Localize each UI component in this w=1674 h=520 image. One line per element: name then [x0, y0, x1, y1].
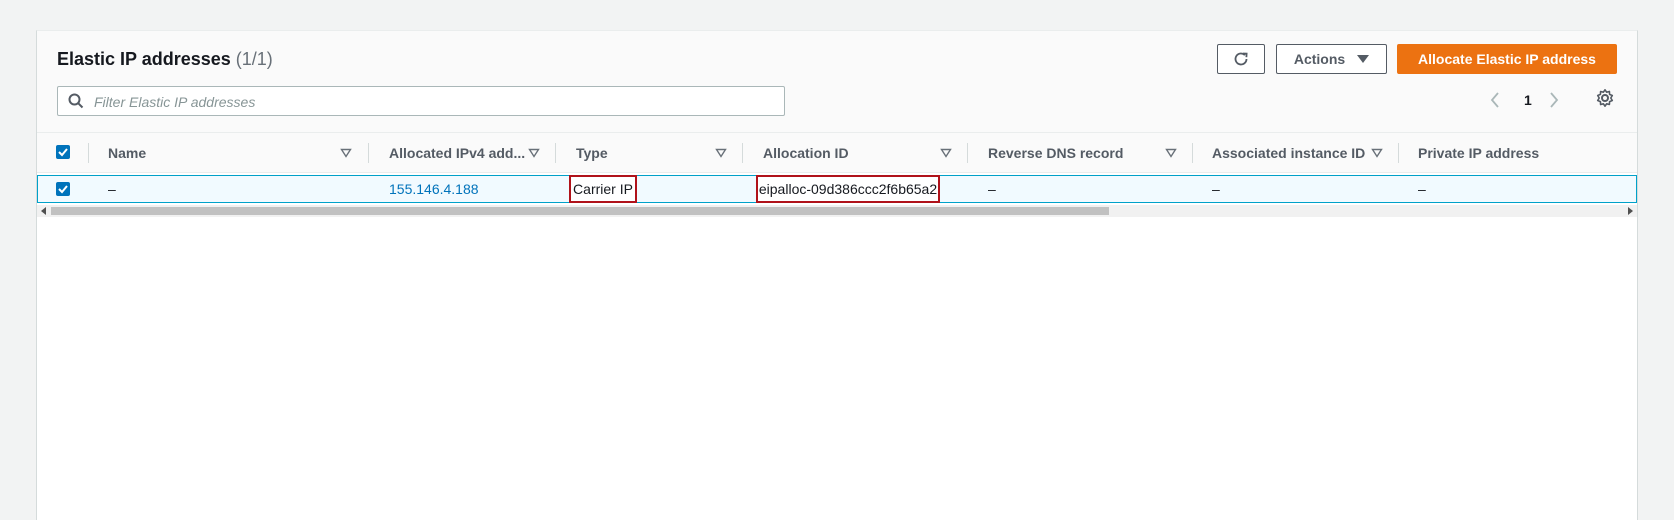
chevron-left-icon [1490, 92, 1499, 108]
scroll-left-arrow-icon[interactable] [41, 207, 46, 215]
page-title-text: Elastic IP addresses [57, 49, 231, 69]
panel-header: Elastic IP addresses (1/1) Actions Alloca… [37, 31, 1637, 132]
cell-allocation-id-highlighted: eipalloc-09d386ccc2f6b65a2 [756, 175, 940, 203]
column-header-allocation-id[interactable]: Allocation ID [763, 133, 849, 172]
caret-down-icon [1357, 55, 1370, 63]
horizontal-scrollbar[interactable] [37, 205, 1637, 217]
filter-search-input[interactable] [92, 91, 776, 113]
table-row[interactable]: – 155.146.4.188 Carrier IP eipalloc-09d3… [37, 175, 1637, 203]
sort-triangle-icon[interactable] [340, 148, 352, 158]
column-header-reverse-dns[interactable]: Reverse DNS record [988, 133, 1123, 172]
actions-label: Actions [1293, 51, 1346, 67]
filter-search-box[interactable] [57, 86, 785, 116]
page-number-1[interactable]: 1 [1524, 88, 1532, 112]
column-separator [742, 143, 743, 163]
item-count: (1/1) [235, 49, 273, 69]
column-header-type[interactable]: Type [576, 133, 608, 172]
scrollbar-thumb[interactable] [51, 207, 1109, 215]
previous-page-button[interactable] [1489, 88, 1501, 112]
column-separator [88, 143, 89, 163]
table-preferences-button[interactable] [1595, 88, 1615, 113]
column-separator [368, 143, 369, 163]
column-separator [555, 143, 556, 163]
column-header-name[interactable]: Name [108, 133, 146, 172]
sort-triangle-icon[interactable] [528, 148, 540, 158]
column-separator [967, 143, 968, 163]
actions-dropdown-button[interactable]: Actions [1276, 44, 1387, 74]
page-title: Elastic IP addresses (1/1) [57, 49, 273, 70]
cell-private-ip: – [1418, 181, 1426, 197]
select-all-checkbox[interactable] [56, 145, 70, 159]
chevron-right-icon [1550, 92, 1559, 108]
cell-associated-instance-id: – [1212, 181, 1220, 197]
allocate-elastic-ip-button[interactable]: Allocate Elastic IP address [1397, 44, 1617, 74]
sort-triangle-icon[interactable] [940, 148, 952, 158]
checkmark-icon [58, 185, 68, 194]
gear-icon [1596, 89, 1614, 107]
sort-triangle-icon[interactable] [1165, 148, 1177, 158]
cell-name: – [108, 181, 116, 197]
table-header: Name Allocated IPv4 add... Type Allocati… [37, 132, 1637, 173]
checkmark-icon [58, 148, 68, 157]
column-separator [1398, 143, 1399, 163]
column-header-associated-instance-id[interactable]: Associated instance ID [1212, 133, 1365, 172]
cell-allocated-ipv4-link[interactable]: 155.146.4.188 [389, 176, 479, 202]
search-icon [68, 93, 84, 109]
scroll-right-arrow-icon[interactable] [1628, 207, 1633, 215]
column-header-allocated-ipv4[interactable]: Allocated IPv4 add... [389, 133, 525, 172]
column-header-private-ip[interactable]: Private IP address [1418, 133, 1539, 172]
row-select-checkbox[interactable] [56, 182, 70, 196]
refresh-icon [1234, 52, 1248, 66]
cell-reverse-dns: – [988, 181, 996, 197]
sort-triangle-icon[interactable] [715, 148, 727, 158]
allocate-label: Allocate Elastic IP address [1418, 51, 1596, 67]
sort-triangle-icon[interactable] [1371, 148, 1383, 158]
next-page-button[interactable] [1548, 88, 1560, 112]
cell-type-highlighted: Carrier IP [569, 175, 637, 203]
elastic-ip-panel: Elastic IP addresses (1/1) Actions Alloca… [36, 30, 1638, 520]
column-separator [1192, 143, 1193, 163]
refresh-button[interactable] [1217, 44, 1265, 74]
